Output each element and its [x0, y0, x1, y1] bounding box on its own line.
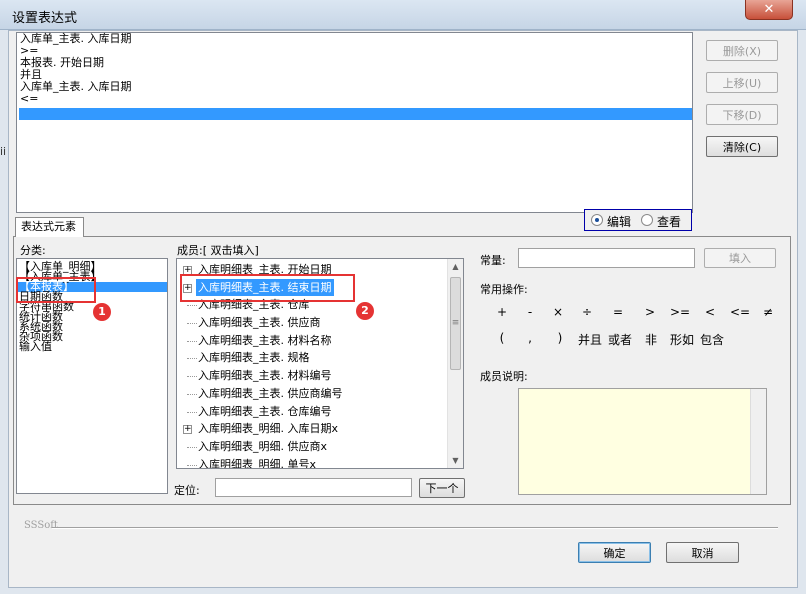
view-radio-label[interactable]: 查看 — [657, 213, 681, 230]
tree-connector — [187, 411, 197, 413]
member-desc-label: 成员说明: — [480, 370, 528, 383]
operator-button[interactable]: , — [513, 331, 547, 345]
ok-button[interactable]: 确定 — [578, 542, 651, 563]
operator-button[interactable]: <= — [725, 305, 755, 319]
close-icon[interactable]: ✕ — [745, 0, 793, 20]
mode-selector: 编辑 查看 — [584, 209, 692, 231]
operator-button[interactable]: < — [695, 305, 725, 319]
member-item[interactable]: 入库明细表_明细. 单号x — [177, 456, 463, 469]
member-item[interactable]: 入库明细表_主表. 供应商编号 — [177, 385, 463, 403]
edit-radio[interactable] — [591, 214, 603, 226]
member-item[interactable]: 入库明细表_主表. 材料名称 — [177, 332, 463, 350]
category-label: 分类: — [20, 244, 46, 257]
title-bar: 设置表达式 ✕ — [0, 0, 806, 30]
scroll-thumb[interactable]: ≡ — [450, 277, 461, 370]
tree-connector — [187, 340, 197, 342]
operator-button[interactable]: 包含 — [695, 331, 729, 348]
operator-button[interactable]: 或者 — [603, 331, 637, 348]
expression-line[interactable]: 本报表. 开始日期 — [17, 57, 692, 69]
constant-input[interactable] — [518, 248, 695, 268]
member-item-label: 入库明细表_主表. 材料编号 — [198, 369, 332, 383]
member-item-label: 入库明细表_明细. 入库日期x — [198, 422, 339, 436]
member-item-label: 入库明细表_明细. 供应商x — [198, 439, 328, 453]
move-up-button[interactable]: 上移(U) — [706, 72, 778, 93]
operator-button[interactable]: 并且 — [573, 331, 607, 348]
member-item-label: 入库明细表_主表. 仓库编号 — [198, 404, 332, 418]
footer-separator — [52, 527, 778, 529]
cancel-button[interactable]: 取消 — [666, 542, 739, 563]
locate-input[interactable] — [215, 478, 412, 497]
tree-connector — [187, 446, 197, 448]
operator-button[interactable]: 非 — [634, 331, 668, 348]
expression-editor[interactable]: 入库单_主表. 入库日期 >= 本报表. 开始日期 并且 入库单_主表. 入库日期 <= — [16, 32, 693, 213]
window-title: 设置表达式 — [12, 11, 78, 26]
operations-label: 常用操作: — [480, 283, 528, 296]
member-item[interactable]: 入库明细表_主表. 规格 — [177, 349, 463, 367]
tree-connector — [187, 464, 197, 466]
expression-lines: 入库单_主表. 入库日期 >= 本报表. 开始日期 并且 入库单_主表. 入库日期 <= — [17, 33, 692, 105]
member-item-label: 入库明细表_主表. 规格 — [198, 351, 310, 365]
move-down-button[interactable]: 下移(D) — [706, 104, 778, 125]
next-button[interactable]: 下一个 — [419, 478, 465, 498]
operator-button[interactable]: ≠ — [753, 305, 783, 319]
delete-button[interactable]: 删除(X) — [706, 40, 778, 61]
member-item[interactable]: + 入库明细表_明细. 入库日期x — [177, 420, 463, 438]
view-radio[interactable] — [641, 214, 653, 226]
operator-button[interactable]: > — [635, 305, 665, 319]
annotation-box-2 — [180, 274, 355, 302]
operator-button[interactable]: >= — [665, 305, 695, 319]
scroll-up-icon[interactable]: ▲ — [448, 259, 463, 274]
constant-label: 常量: — [480, 254, 506, 267]
background-edge-text: ii — [0, 145, 7, 158]
expression-line[interactable]: 入库单_主表. 入库日期 — [17, 81, 692, 93]
member-item[interactable]: 入库明细表_主表. 仓库编号 — [177, 403, 463, 421]
operator-button[interactable]: 形如 — [665, 331, 699, 348]
expression-cursor-line[interactable] — [19, 108, 692, 120]
description-scrollbar[interactable] — [750, 389, 766, 494]
locate-label: 定位: — [174, 484, 200, 497]
scroll-down-icon[interactable]: ▼ — [448, 453, 463, 468]
operator-button[interactable]: + — [487, 305, 517, 319]
operator-button[interactable]: = — [603, 305, 633, 319]
member-item-label: 入库明细表_主表. 材料名称 — [198, 333, 332, 347]
member-item-label: 入库明细表_主表. 供应商 — [198, 316, 321, 330]
tree-connector — [187, 393, 197, 395]
category-item[interactable]: 输入值 — [17, 341, 167, 352]
brand-label: SSSoft — [24, 520, 58, 531]
annotation-marker-2: 2 — [356, 302, 374, 320]
clear-button[interactable]: 清除(C) — [706, 136, 778, 157]
tree-connector — [187, 358, 197, 360]
tree-connector — [187, 305, 197, 307]
member-item[interactable]: 入库明细表_主表. 材料编号 — [177, 367, 463, 385]
operator-button[interactable]: - — [515, 305, 545, 319]
annotation-box-1 — [16, 277, 96, 303]
tree-connector — [187, 376, 197, 378]
member-description — [518, 388, 767, 495]
expand-icon[interactable]: + — [183, 425, 192, 435]
fill-button[interactable]: 填入 — [704, 248, 776, 268]
member-item[interactable]: 入库明细表_明细. 供应商x — [177, 438, 463, 456]
expression-line[interactable]: 入库单_主表. 入库日期 — [17, 33, 692, 45]
member-item-label: 入库明细表_明细. 单号x — [198, 457, 317, 469]
operator-button[interactable]: ) — [543, 331, 577, 345]
edit-radio-label[interactable]: 编辑 — [607, 213, 631, 230]
member-item-label: 入库明细表_主表. 供应商编号 — [198, 386, 343, 400]
annotation-marker-1: 1 — [93, 303, 111, 321]
members-scrollbar[interactable]: ▲ ≡ ▼ — [447, 259, 463, 468]
expression-line[interactable]: <= — [17, 93, 692, 105]
category-items: 【入库单_明细】 【入库单_主表】 【本报表】 日期函数 字符串函数 统计函数 系统函数 杂项… — [17, 259, 167, 352]
operator-button[interactable]: × — [543, 305, 573, 319]
member-item[interactable]: 入库明细表_主表. 供应商 — [177, 314, 463, 332]
members-label: 成员:[ 双击填入] — [177, 244, 259, 257]
expression-line[interactable]: >= — [17, 45, 692, 57]
operator-button[interactable]: ÷ — [572, 305, 602, 319]
tab-expression-elements[interactable]: 表达式元素 — [15, 217, 84, 237]
tree-connector — [187, 323, 197, 325]
